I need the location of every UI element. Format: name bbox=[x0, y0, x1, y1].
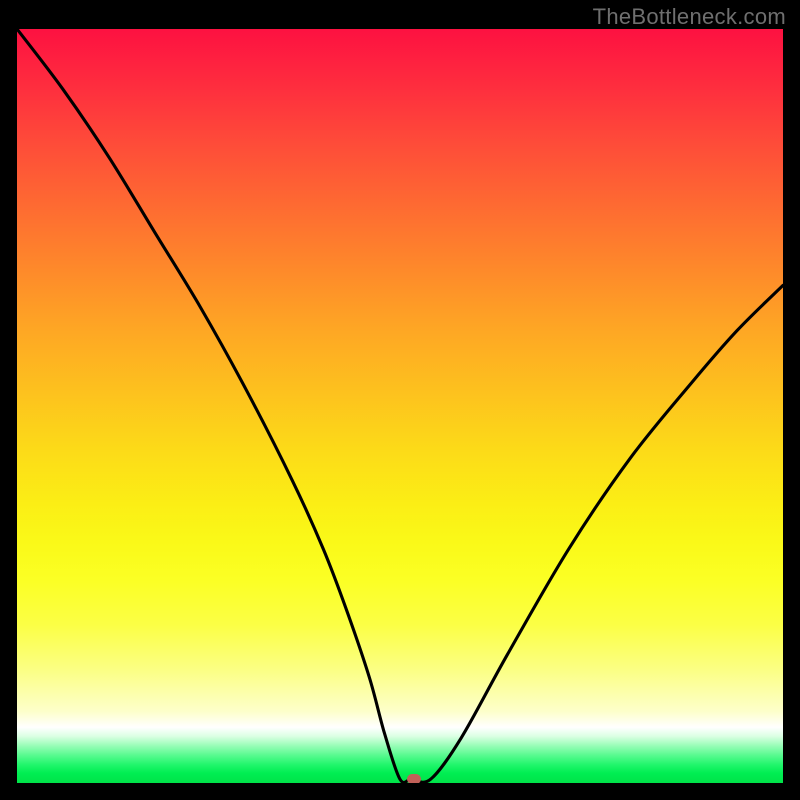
plot-area bbox=[17, 29, 783, 783]
curve-svg bbox=[17, 29, 783, 783]
optimal-point-marker bbox=[407, 774, 421, 783]
bottleneck-curve bbox=[17, 29, 783, 783]
chart-frame: TheBottleneck.com bbox=[0, 0, 800, 800]
watermark-text: TheBottleneck.com bbox=[593, 4, 786, 30]
